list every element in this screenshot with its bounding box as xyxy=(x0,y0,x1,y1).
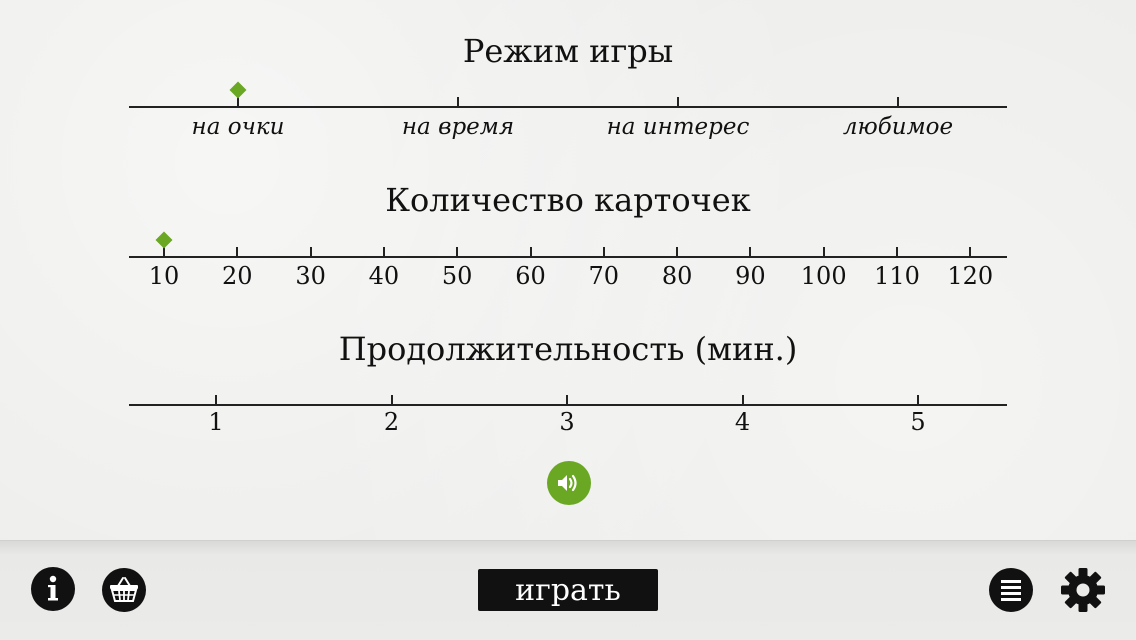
duration-tick[interactable] xyxy=(741,395,744,405)
duration-tick-label[interactable]: 2 xyxy=(384,408,399,436)
card-count-tick[interactable] xyxy=(749,247,752,257)
card-count-tick-label[interactable]: 120 xyxy=(947,262,993,290)
gear-icon xyxy=(1061,568,1105,612)
duration-tick[interactable] xyxy=(917,395,919,405)
duration-tick-label[interactable]: 5 xyxy=(910,408,925,436)
card-count-tick[interactable] xyxy=(896,247,898,257)
info-button[interactable] xyxy=(31,567,75,611)
game-mode-option-tick[interactable] xyxy=(897,97,899,107)
card-count-tick-label[interactable]: 100 xyxy=(801,262,847,290)
duration-tick[interactable] xyxy=(215,395,217,405)
duration-axis[interactable] xyxy=(129,404,1007,406)
game-mode-option-tick[interactable] xyxy=(457,97,459,107)
basket-icon xyxy=(110,577,138,602)
game-mode-option-tick-label[interactable]: любимое xyxy=(843,114,953,140)
card-count-tick[interactable] xyxy=(382,247,385,257)
game-mode-option-tick-label[interactable]: на интерес xyxy=(607,114,750,140)
play-button[interactable]: играть xyxy=(478,569,658,611)
list-button[interactable] xyxy=(989,568,1033,612)
game-mode-option-tick-label[interactable]: на время xyxy=(402,114,514,140)
card-count-tick[interactable] xyxy=(309,247,312,257)
game-mode-option-tick[interactable] xyxy=(677,97,679,107)
game-mode-title: Режим игры xyxy=(462,32,674,70)
duration-tick[interactable] xyxy=(566,395,568,405)
duration-tick-label[interactable]: 4 xyxy=(735,408,750,436)
duration-title: Продолжительность (мин.) xyxy=(338,330,798,368)
sound-toggle-button[interactable] xyxy=(547,461,591,505)
settings-button[interactable] xyxy=(1060,567,1106,613)
card-count-tick-label[interactable]: 50 xyxy=(442,262,473,290)
duration-tick-label[interactable]: 1 xyxy=(208,408,223,436)
card-count-tick[interactable] xyxy=(456,247,459,257)
card-count-tick[interactable] xyxy=(602,247,605,257)
game-mode-axis[interactable] xyxy=(129,106,1007,108)
duration-tick[interactable] xyxy=(390,395,393,405)
card-count-tick-label[interactable]: 70 xyxy=(589,262,620,290)
card-count-tick[interactable] xyxy=(969,247,972,257)
card-count-tick-label[interactable]: 40 xyxy=(369,262,400,290)
duration-tick-label[interactable]: 3 xyxy=(559,408,574,436)
basket-button[interactable] xyxy=(102,568,146,612)
card-count-tick[interactable] xyxy=(529,247,532,257)
card-count-tick[interactable] xyxy=(236,247,239,257)
card-count-tick[interactable] xyxy=(822,247,825,257)
card-count-axis[interactable] xyxy=(129,256,1007,258)
info-icon xyxy=(48,575,58,601)
card-count-tick-label[interactable]: 110 xyxy=(874,262,920,290)
card-count-tick-label[interactable]: 20 xyxy=(222,262,253,290)
card-count-tick-label[interactable]: 80 xyxy=(662,262,693,290)
game-mode-option-tick-label[interactable]: на очки xyxy=(192,114,285,140)
speaker-icon xyxy=(558,474,577,492)
card-count-tick-label[interactable]: 10 xyxy=(149,262,180,290)
list-icon xyxy=(1001,580,1021,601)
card-count-tick-label[interactable]: 90 xyxy=(735,262,766,290)
card-count-tick-label[interactable]: 60 xyxy=(515,262,546,290)
card-count-title: Количество карточек xyxy=(385,181,751,219)
card-count-tick[interactable] xyxy=(676,247,679,257)
card-count-tick-label[interactable]: 30 xyxy=(295,262,326,290)
